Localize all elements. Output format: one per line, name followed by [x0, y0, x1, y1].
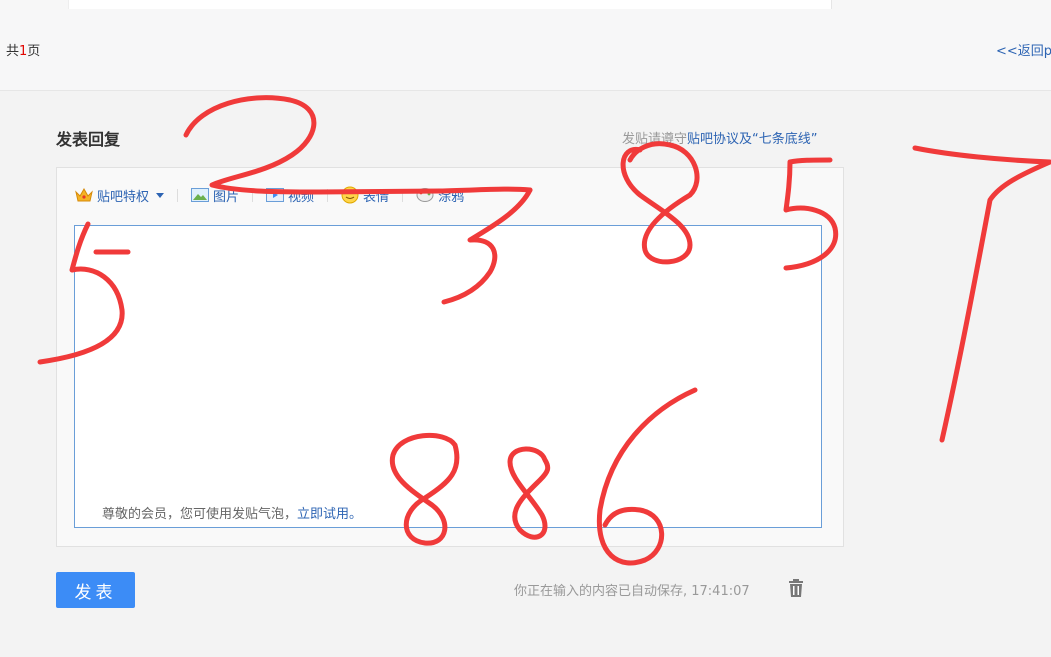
- video-button[interactable]: 视频: [266, 186, 314, 205]
- emoji-label: 表情: [363, 189, 390, 205]
- crown-icon: [75, 187, 93, 202]
- image-icon: [191, 188, 210, 202]
- editor-toolbar: 贴吧特权 图片 视频 表情 涂鸦: [75, 184, 464, 206]
- graffiti-button[interactable]: 涂鸦: [416, 186, 464, 205]
- page-count: 共1页: [6, 44, 41, 59]
- submit-button[interactable]: 发表: [56, 572, 135, 608]
- smiley-icon: [341, 186, 359, 204]
- video-icon: [266, 188, 285, 202]
- graffiti-label: 涂鸦: [438, 189, 465, 205]
- emoji-button[interactable]: 表情: [341, 186, 389, 205]
- toolbar-divider: [252, 188, 254, 202]
- digit-7-stroke: [912, 145, 1051, 443]
- bubble-promo: 尊敬的会员，您可使用发贴气泡，立即试用。: [102, 507, 363, 522]
- try-bubble-link[interactable]: 立即试用。: [297, 507, 362, 522]
- image-label: 图片: [213, 189, 240, 205]
- toolbar-divider: [177, 188, 179, 202]
- pager-bar: 共1页 <<返回p: [0, 10, 1051, 91]
- video-label: 视频: [288, 189, 315, 205]
- toolbar-divider: [327, 188, 329, 202]
- content-column-top: [68, 0, 832, 9]
- autosave-status: 你正在输入的内容已自动保存, 17:41:07: [514, 584, 750, 599]
- posting-rules: 发贴请遵守贴吧协议及“七条底线”: [622, 132, 818, 147]
- palette-icon: [416, 188, 434, 202]
- reply-textarea[interactable]: 尊敬的会员，您可使用发贴气泡，立即试用。: [74, 225, 822, 528]
- toolbar-divider: [402, 188, 404, 202]
- chevron-down-icon: [156, 192, 165, 198]
- privilege-button[interactable]: 贴吧特权: [75, 186, 165, 205]
- privilege-label: 贴吧特权: [97, 189, 150, 205]
- image-button[interactable]: 图片: [191, 186, 239, 205]
- back-link[interactable]: <<返回p: [996, 40, 1051, 59]
- reply-title: 发表回复: [56, 130, 121, 149]
- reply-editor: 贴吧特权 图片 视频 表情 涂鸦 尊敬的会员，您可使用发贴气泡，立即试用。: [56, 167, 844, 547]
- trash-icon[interactable]: [786, 578, 806, 598]
- rules-link[interactable]: 贴吧协议及“七条底线”: [687, 132, 817, 147]
